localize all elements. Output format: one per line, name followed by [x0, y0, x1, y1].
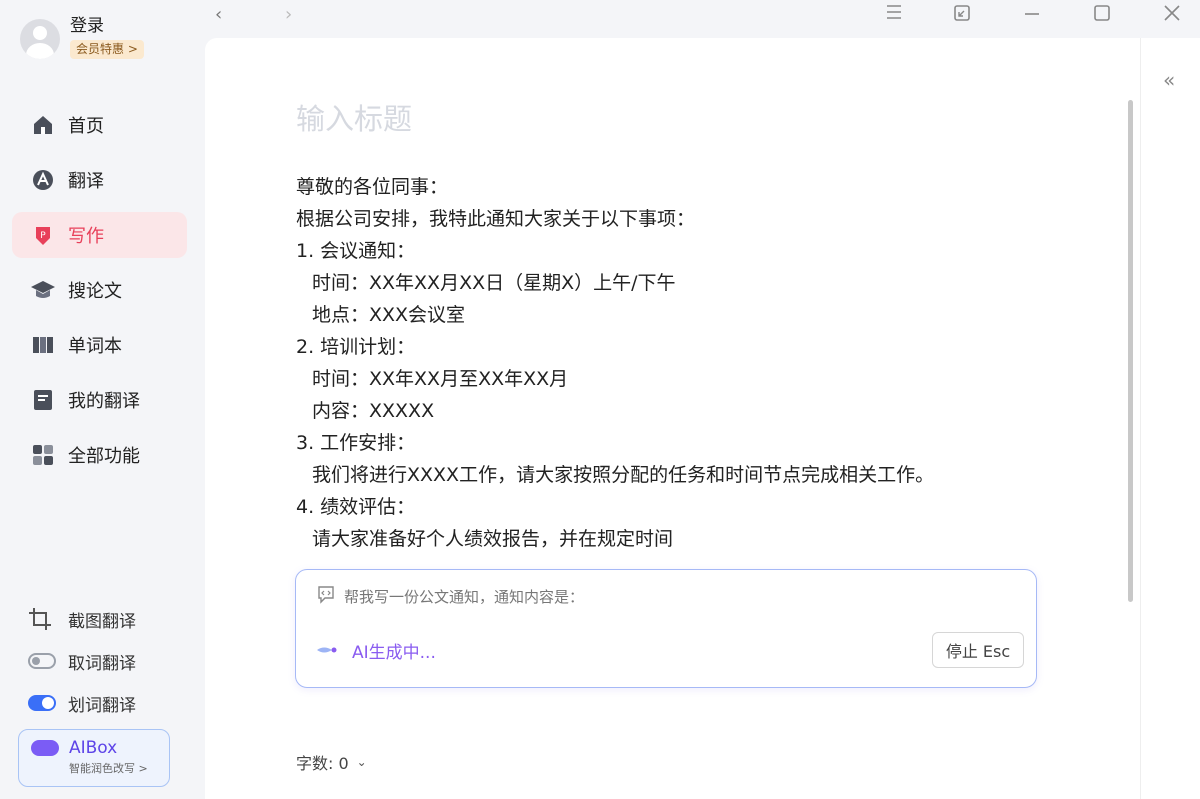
aibox-subtitle: 智能润色改写 > [69, 762, 148, 775]
close-icon[interactable] [1163, 4, 1181, 27]
nav-label: 搜论文 [68, 281, 122, 302]
text-line: 请大家准备好个人绩效报告，并在规定时间 [312, 528, 674, 550]
sidebar: 登录 会员特惠 > 首页 翻译 P 写作 搜论文 单词本 我的翻译 全部功能 截… [0, 0, 205, 799]
quick-tools: 截图翻译 取词翻译 划词翻译 [28, 598, 136, 724]
main-nav: 首页 翻译 P 写作 搜论文 单词本 我的翻译 全部功能 [12, 102, 187, 487]
tool-label: 截图翻译 [68, 611, 136, 632]
translate-icon [30, 167, 56, 193]
word-count[interactable]: 字数: 0 ⌄ [296, 750, 367, 774]
nav-label: 写作 [68, 226, 104, 247]
user-area[interactable]: 登录 会员特惠 > [20, 14, 144, 59]
ai-spark-icon [316, 641, 338, 661]
nav-item-home[interactable]: 首页 [12, 102, 187, 148]
chevron-down-icon: ⌄ [356, 755, 367, 769]
all-features-icon [30, 442, 56, 468]
nav-item-paper-search[interactable]: 搜论文 [12, 267, 187, 313]
text-line: 时间：XX年XX月至XX年XX月 [312, 368, 569, 390]
nav-label: 翻译 [68, 171, 104, 192]
nav-label: 我的翻译 [68, 391, 140, 412]
my-translation-icon [30, 387, 56, 413]
prompt-text: 帮我写一份公文通知，通知内容是： [344, 587, 585, 606]
aibox-title: AIBox [69, 738, 118, 758]
editor-panel: 尊敬的各位同事： 根据公司安排，我特此通知大家关于以下事项： 1. 会议通知： … [205, 38, 1140, 799]
wordbook-icon [30, 332, 56, 358]
home-icon [30, 112, 56, 138]
nav-item-wordbook[interactable]: 单词本 [12, 322, 187, 368]
text-line: 根据公司安排，我特此通知大家关于以下事项： [296, 208, 696, 230]
text-line: 1. 会议通知： [296, 240, 416, 262]
mini-window-icon[interactable] [953, 4, 971, 27]
tool-selection-translate[interactable]: 划词翻译 [28, 682, 136, 724]
minimize-icon[interactable] [1023, 4, 1041, 27]
nav-item-translate[interactable]: 翻译 [12, 157, 187, 203]
aibox-card[interactable]: AIBox 智能润色改写 > [18, 729, 170, 787]
crop-icon [28, 607, 58, 631]
collapse-icon[interactable]: « [1163, 68, 1175, 92]
word-count-label: 字数: 0 [296, 754, 349, 773]
title-bar: ‹ › [205, 0, 1200, 38]
ai-chat-icon [316, 584, 336, 608]
nav-label: 首页 [68, 116, 104, 137]
text-line: 2. 培训计划： [296, 336, 416, 358]
text-line: 内容：XXXXX [312, 400, 435, 422]
nav-item-all-features[interactable]: 全部功能 [12, 432, 187, 478]
stop-generation-button[interactable]: 停止 Esc [932, 632, 1024, 668]
nav-label: 全部功能 [68, 446, 140, 467]
text-line: 时间：XX年XX月XX日（星期X）上午/下午 [312, 272, 676, 294]
nav-label: 单词本 [68, 336, 122, 357]
tool-label: 划词翻译 [68, 695, 136, 716]
text-line: 3. 工作安排： [296, 432, 416, 454]
vip-offer-badge[interactable]: 会员特惠 > [70, 40, 144, 59]
selection-translate-toggle[interactable] [28, 695, 56, 711]
tool-screenshot-translate[interactable]: 截图翻译 [28, 598, 136, 640]
word-pick-toggle[interactable] [28, 653, 56, 669]
text-line: 尊敬的各位同事： [296, 176, 449, 198]
nav-item-writing[interactable]: P 写作 [12, 212, 187, 258]
forward-icon[interactable]: › [285, 4, 292, 25]
text-line: 4. 绩效评估： [296, 496, 416, 518]
generating-status: AI生成中... [352, 643, 436, 663]
text-line: 我们将进行XXXX工作，请大家按照分配的任务和时间节点完成相关工作。 [312, 464, 935, 486]
right-pane: « [1140, 38, 1200, 799]
tool-label: 取词翻译 [68, 653, 136, 674]
title-input[interactable] [296, 102, 896, 136]
paper-search-icon [30, 277, 56, 303]
svg-text:P: P [40, 231, 46, 241]
back-icon[interactable]: ‹ [215, 4, 222, 25]
login-link[interactable]: 登录 [70, 14, 144, 38]
menu-icon[interactable] [885, 4, 903, 25]
writing-icon: P [30, 222, 56, 248]
ai-prompt-box: 帮我写一份公文通知，通知内容是： AI生成中... 停止 Esc [295, 569, 1037, 688]
maximize-icon[interactable] [1093, 4, 1111, 27]
aibox-toggle[interactable] [31, 740, 59, 756]
avatar[interactable] [20, 19, 60, 59]
scrollbar[interactable] [1128, 100, 1133, 602]
nav-item-my-translation[interactable]: 我的翻译 [12, 377, 187, 423]
text-line: 地点：XXX会议室 [312, 304, 466, 326]
tool-word-pick-translate[interactable]: 取词翻译 [28, 640, 136, 682]
document-body[interactable]: 尊敬的各位同事： 根据公司安排，我特此通知大家关于以下事项： 1. 会议通知： … [296, 171, 1096, 555]
